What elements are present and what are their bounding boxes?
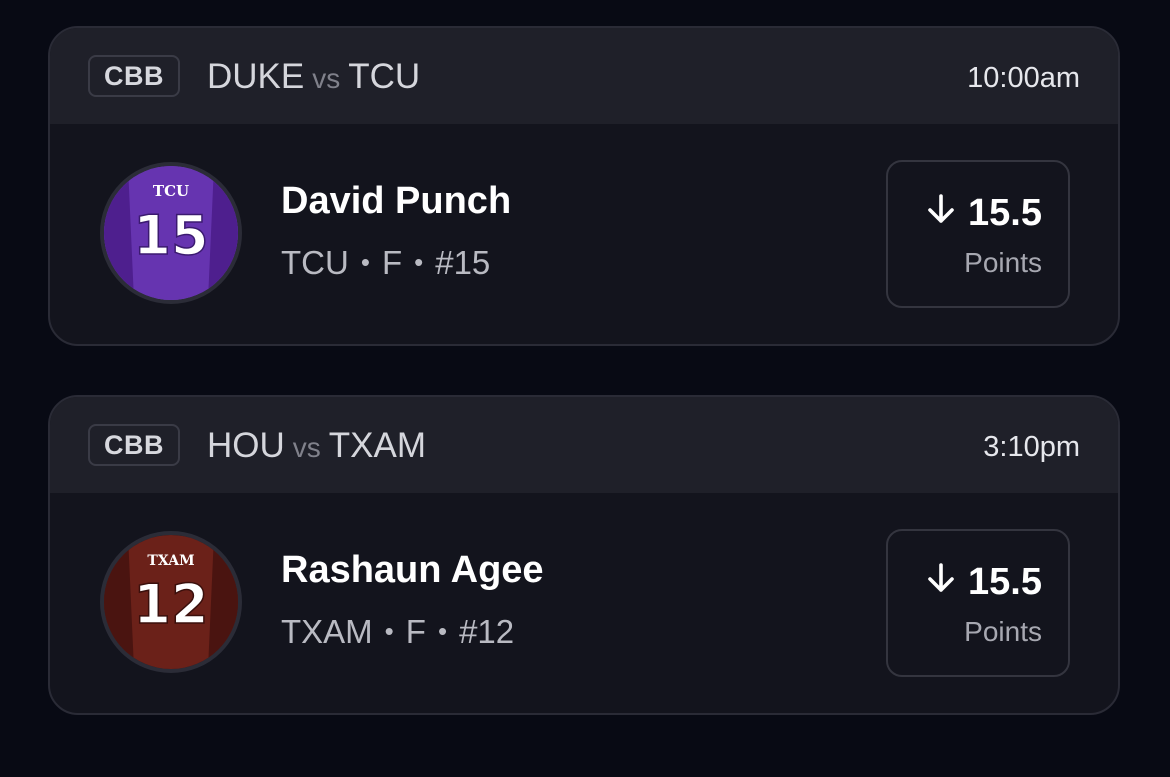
- prop-stat: Points: [964, 616, 1042, 647]
- player-team: TCU: [281, 244, 349, 281]
- player-position: F: [405, 613, 426, 650]
- meta-separator: •: [384, 616, 394, 646]
- meta-separator: •: [360, 247, 370, 277]
- home-team: DUKE: [207, 57, 305, 96]
- pick-card[interactable]: CBB HOU vs TXAM 3:10pm TXAM 12 Rashaun Age…: [48, 395, 1120, 715]
- matchup: DUKE vs TCU: [207, 56, 420, 100]
- prop-button[interactable]: 15.5 Points: [886, 160, 1070, 308]
- league-badge: CBB: [88, 55, 180, 97]
- prop-value: 15.5: [968, 192, 1042, 234]
- player-number: #15: [435, 244, 491, 281]
- prop-value: 15.5: [968, 561, 1042, 603]
- player-meta: TCU • F • #15: [281, 242, 490, 286]
- prop-line: 15.5: [926, 190, 1042, 236]
- player-name: David Punch: [281, 180, 512, 222]
- player-position: F: [381, 244, 403, 281]
- jersey-image: TCU 15: [104, 166, 238, 300]
- player-avatar: TXAM 12: [100, 531, 242, 673]
- jersey-team-text: TCU: [153, 182, 189, 200]
- away-team: TCU: [348, 57, 421, 96]
- prop-button[interactable]: 15.5 Points: [886, 529, 1070, 677]
- game-time: 10:00am: [967, 62, 1080, 94]
- home-team: HOU: [207, 426, 285, 465]
- arrow-down-icon: [926, 190, 956, 236]
- matchup: HOU vs TXAM: [207, 425, 426, 469]
- away-team: TXAM: [328, 426, 427, 465]
- player-avatar: TCU 15: [100, 162, 242, 304]
- vs-label: vs: [312, 63, 341, 94]
- player-number: #12: [459, 613, 515, 650]
- card-header: CBB HOU vs TXAM 3:10pm: [50, 397, 1118, 493]
- player-meta: TXAM • F • #12: [281, 611, 514, 655]
- pick-card[interactable]: CBB DUKE vs TCU 10:00am TCU 15 David Punch…: [48, 26, 1120, 346]
- meta-separator: •: [414, 247, 424, 277]
- card-header: CBB DUKE vs TCU 10:00am: [50, 28, 1118, 124]
- player-name: Rashaun Agee: [281, 549, 544, 591]
- prop-line: 15.5: [926, 559, 1042, 605]
- arrow-down-icon: [926, 559, 956, 605]
- jersey-team-text: TXAM: [147, 553, 194, 569]
- jersey-image: TXAM 12: [104, 535, 238, 669]
- player-team: TXAM: [281, 613, 373, 650]
- vs-label: vs: [292, 432, 321, 463]
- league-badge: CBB: [88, 424, 180, 466]
- meta-separator: •: [437, 616, 448, 646]
- jersey-number-text: 12: [133, 573, 208, 636]
- prop-stat: Points: [964, 247, 1042, 278]
- game-time: 3:10pm: [983, 431, 1080, 463]
- jersey-number-text: 15: [133, 204, 208, 267]
